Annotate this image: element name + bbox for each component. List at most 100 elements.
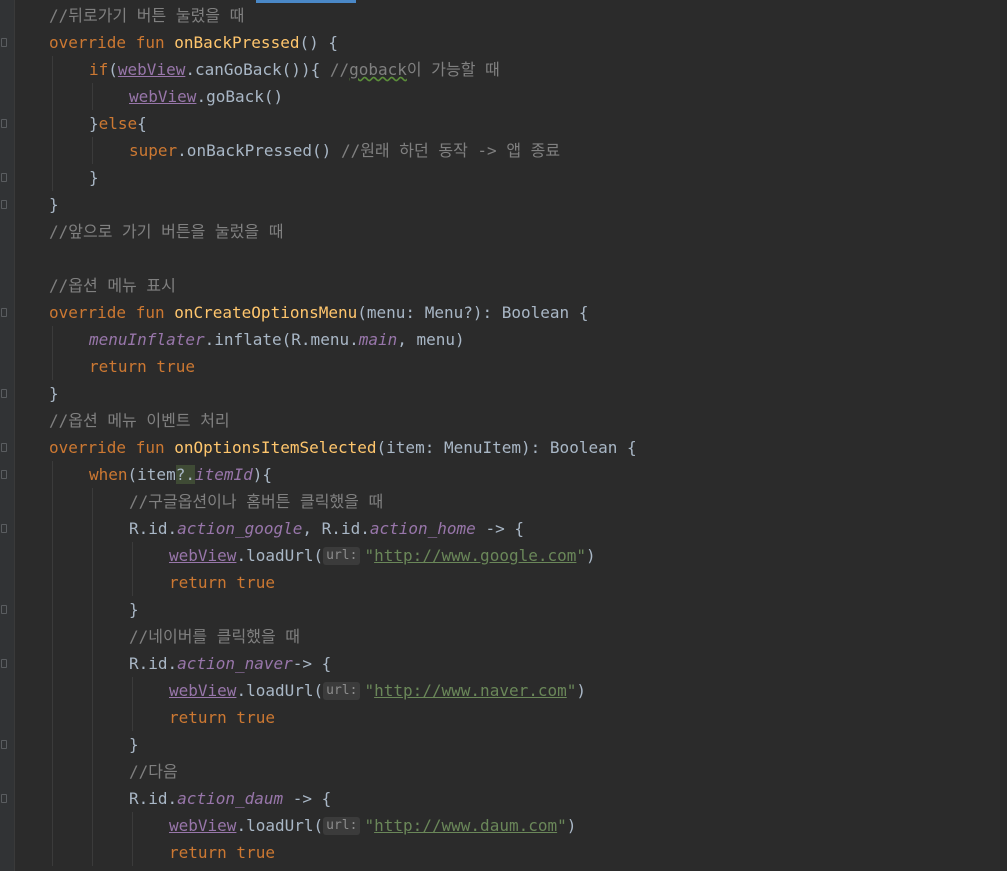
- editor-gutter[interactable]: [0, 0, 15, 871]
- parameter-hint: url:: [323, 817, 361, 835]
- code-line[interactable]: //다음: [129, 758, 178, 785]
- fold-marker-icon[interactable]: [1, 38, 7, 47]
- code-token: itemId: [194, 465, 253, 484]
- code-token: onOptionsItemSelected: [174, 438, 377, 457]
- code-token: //네이버를 클릭했을 때: [129, 627, 301, 646]
- code-token: }: [89, 168, 99, 187]
- code-token: //옵션 메뉴 표시: [49, 276, 176, 295]
- code-line[interactable]: return true: [169, 704, 275, 731]
- code-token: -> {: [292, 654, 332, 673]
- code-line[interactable]: webView.goBack(): [129, 83, 283, 110]
- code-token: }: [49, 195, 59, 214]
- fold-marker-icon[interactable]: [1, 119, 7, 128]
- code-line[interactable]: //구글옵션이나 홈버튼 클릭했을 때: [129, 488, 383, 515]
- fold-marker-icon[interactable]: [1, 173, 7, 182]
- code-token: , R.id.: [302, 519, 370, 538]
- code-line[interactable]: if(webView.canGoBack()){ //goback이 가능할 때: [89, 56, 500, 83]
- code-line[interactable]: override fun onOptionsItemSelected(item:…: [49, 434, 637, 461]
- code-token: }: [89, 114, 99, 133]
- editor-tab-indicator: [256, 0, 356, 3]
- code-line[interactable]: return true: [169, 839, 275, 866]
- fold-marker-icon[interactable]: [1, 605, 7, 614]
- code-token: }: [129, 735, 139, 754]
- code-token: -> {: [475, 519, 524, 538]
- code-token: .loadUrl(: [236, 546, 324, 565]
- code-token: webView: [117, 60, 186, 79]
- code-token: .goBack(): [196, 87, 284, 106]
- code-line[interactable]: when(item?.itemId){: [89, 461, 272, 488]
- code-token: override fun: [49, 33, 175, 52]
- indent-guide: [52, 56, 53, 191]
- fold-marker-icon[interactable]: [1, 200, 7, 209]
- fold-marker-icon[interactable]: [1, 389, 7, 398]
- code-line[interactable]: //옵션 메뉴 이벤트 처리: [49, 407, 230, 434]
- code-token: ": [557, 816, 567, 835]
- fold-marker-icon[interactable]: [1, 740, 7, 749]
- code-token: //원래 하던 동작 -> 앱 종료: [340, 141, 561, 160]
- fold-marker-icon[interactable]: [1, 443, 7, 452]
- code-token: .inflate(R.menu.: [204, 330, 359, 349]
- indent-guide: [132, 812, 133, 866]
- code-token: webView: [129, 87, 197, 106]
- indent-guide: [132, 542, 133, 596]
- code-token: -> {: [283, 789, 332, 808]
- indent-guide: [92, 83, 93, 110]
- code-token: (item: MenuItem): Boolean {: [376, 438, 637, 457]
- code-line[interactable]: //네이버를 클릭했을 때: [129, 623, 300, 650]
- code-line[interactable]: return true: [169, 569, 275, 596]
- code-token: ": [364, 681, 375, 700]
- code-token: goback: [349, 60, 407, 79]
- code-line[interactable]: }: [49, 380, 59, 407]
- code-token: //다음: [129, 762, 178, 781]
- code-token: action_google: [177, 519, 303, 538]
- code-line[interactable]: override fun onCreateOptionsMenu(menu: M…: [49, 299, 588, 326]
- code-token: override fun: [49, 438, 175, 457]
- code-token: http://www.naver.com: [374, 681, 567, 700]
- code-token: (item: [127, 465, 176, 484]
- code-line[interactable]: }: [89, 164, 99, 191]
- code-token: http://www.google.com: [374, 546, 577, 565]
- code-token: (: [108, 60, 118, 79]
- code-line[interactable]: menuInflater.inflate(R.menu.main, menu): [89, 326, 465, 353]
- code-line[interactable]: webView.loadUrl(url: "http://www.daum.com…: [169, 812, 576, 839]
- fold-marker-icon[interactable]: [1, 308, 7, 317]
- code-editor[interactable]: //뒤로가기 버튼 눌렸을 때 override fun onBackPresse…: [0, 0, 1007, 871]
- fold-marker-icon[interactable]: [1, 659, 7, 668]
- fold-marker-icon[interactable]: [1, 524, 7, 533]
- code-token: ): [586, 546, 596, 565]
- code-token: }: [129, 600, 139, 619]
- parameter-hint: url:: [323, 682, 361, 700]
- code-token: if: [89, 60, 109, 79]
- code-token: ": [364, 816, 375, 835]
- code-line[interactable]: super.onBackPressed() //원래 하던 동작 -> 앱 종료: [129, 137, 560, 164]
- code-line[interactable]: return true: [89, 353, 195, 380]
- code-token: ": [364, 546, 375, 565]
- code-token: (menu: Menu?): Boolean {: [357, 303, 589, 322]
- code-token: ): [566, 816, 577, 835]
- code-line[interactable]: }: [49, 191, 59, 218]
- code-line[interactable]: }else{: [89, 110, 147, 137]
- code-token: ": [566, 681, 577, 700]
- code-line[interactable]: R.id.action_google, R.id.action_home -> …: [129, 515, 524, 542]
- code-token: //뒤로가기 버튼 눌렸을 때: [49, 6, 245, 25]
- code-token: return true: [169, 708, 275, 727]
- code-token: 이 가능할 때: [406, 60, 500, 79]
- code-token: .loadUrl(: [236, 816, 324, 835]
- code-line[interactable]: //뒤로가기 버튼 눌렸을 때: [49, 2, 244, 29]
- code-line[interactable]: R.id.action_naver-> {: [129, 650, 331, 677]
- code-token: ?.: [175, 465, 195, 484]
- code-line[interactable]: }: [129, 596, 139, 623]
- code-line[interactable]: //옵션 메뉴 표시: [49, 272, 176, 299]
- code-line[interactable]: //앞으로 가기 버튼을 눌렀을 때: [49, 218, 283, 245]
- code-line[interactable]: webView.loadUrl(url: "http://www.google.c…: [169, 542, 596, 569]
- code-token: , menu): [397, 330, 465, 349]
- code-line[interactable]: override fun onBackPressed() {: [49, 29, 338, 56]
- code-token: onCreateOptionsMenu: [174, 303, 358, 322]
- code-token: action_daum: [177, 789, 284, 808]
- code-token: {: [137, 114, 147, 133]
- fold-marker-icon[interactable]: [1, 470, 7, 479]
- code-line[interactable]: }: [129, 731, 139, 758]
- code-line[interactable]: webView.loadUrl(url: "http://www.naver.co…: [169, 677, 586, 704]
- fold-marker-icon[interactable]: [1, 794, 7, 803]
- code-line[interactable]: R.id.action_daum -> {: [129, 785, 331, 812]
